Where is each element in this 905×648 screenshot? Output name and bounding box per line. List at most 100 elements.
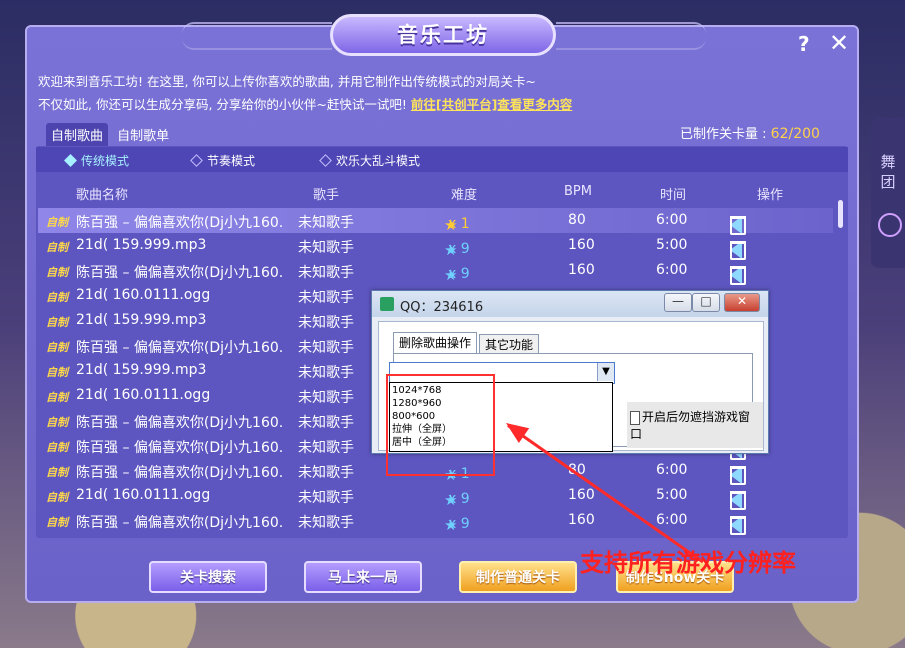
diamond-icon: [319, 154, 332, 167]
singer-name: 未知歌手: [298, 440, 354, 456]
col-header-bpm: BPM: [564, 184, 592, 199]
level-count-value: 62/200: [770, 126, 820, 142]
intro-line-1: 欢迎来到音乐工坊! 在这里, 你可以上传你喜欢的歌曲, 并用它制作出传统模式的对…: [38, 74, 536, 89]
no-cover-window-checkbox[interactable]: 开启后勿遮挡游戏窗口: [627, 402, 763, 448]
song-name: 21d( 160.0111.ogg: [76, 287, 211, 303]
mode-rhythm[interactable]: 节奏模式: [190, 152, 255, 169]
song-name: 陈百强 – 偏偏喜欢你(Dj小九160.: [76, 440, 284, 456]
custom-tag: 自制: [46, 216, 68, 229]
song-name: 21d( 159.999.mp3: [76, 362, 207, 378]
custom-tag: 自制: [46, 266, 68, 279]
scrollbar-thumb[interactable]: [838, 200, 843, 228]
col-header-name: 歌曲名称: [76, 188, 129, 203]
singer-name: 未知歌手: [298, 215, 354, 231]
intro-line-2: 不仅如此, 你还可以生成分享码, 分享给你的小伙伴~赶快试一试吧! 前往[共创平…: [38, 97, 573, 112]
close-button[interactable]: ✕: [829, 29, 849, 57]
level-search-button[interactable]: 关卡搜索: [149, 561, 267, 593]
singer-name: 未知歌手: [298, 365, 354, 381]
singer-name: 未知歌手: [298, 265, 354, 281]
time-value: 6:00: [656, 262, 688, 278]
dropdown-arrow-icon[interactable]: ▼: [597, 363, 614, 381]
tab-other-functions[interactable]: 其它功能: [479, 334, 540, 355]
custom-tag: 自制: [46, 391, 68, 404]
custom-tag: 自制: [46, 241, 68, 254]
custom-tag: 自制: [46, 441, 68, 454]
singer-name: 未知歌手: [298, 315, 354, 331]
song-name: 陈百强 – 偏偏喜欢你(Dj小九160.: [76, 215, 284, 231]
singer-name: 未知歌手: [298, 340, 354, 356]
level-count: 已制作关卡量 : 62/200: [680, 126, 820, 142]
checkbox-icon[interactable]: [630, 410, 640, 425]
annotation-text: 支持所有游戏分辨率: [580, 549, 796, 577]
help-button[interactable]: ?: [798, 32, 810, 56]
window-title: 音乐工坊: [330, 14, 556, 56]
table-row[interactable]: 自制 21d( 160.0111.ogg 未知歌手 ★ x 9 160 5:00: [38, 483, 833, 510]
qq-titlebar[interactable]: QQ：234616 — □ ✕: [372, 291, 768, 317]
mode-brawl[interactable]: 欢乐大乱斗模式: [319, 152, 420, 169]
custom-tag: 自制: [46, 316, 68, 329]
table-row[interactable]: 自制 陈百强 – 偏偏喜欢你(Dj小九160. 未知歌手 ★ x 1 80 6:00: [38, 208, 833, 235]
custom-tag: 自制: [46, 516, 68, 529]
table-row[interactable]: 自制 21d( 159.999.mp3 未知歌手 ★ x 9 160 5:00: [38, 233, 833, 260]
song-name: 陈百强 – 偏偏喜欢你(Dj小九160.: [76, 415, 284, 431]
mode-bar: [36, 147, 848, 172]
singer-name: 未知歌手: [298, 465, 354, 481]
col-header-difficulty: 难度: [451, 188, 478, 203]
bpm-value: 160: [568, 487, 595, 503]
subtab-custom-songs[interactable]: 自制歌曲: [46, 123, 109, 146]
make-normal-level-button[interactable]: 制作普通关卡: [459, 561, 577, 593]
subtab-custom-playlist[interactable]: 自制歌单: [112, 123, 174, 146]
custom-tag: 自制: [46, 291, 68, 304]
song-name: 21d( 160.0111.ogg: [76, 387, 211, 403]
time-value: 5:00: [656, 487, 688, 503]
song-name: 陈百强 – 偏偏喜欢你(Dj小九160.: [76, 465, 284, 481]
bpm-value: 160: [568, 262, 595, 278]
col-header-time: 时间: [660, 188, 687, 203]
minimize-button[interactable]: —: [664, 293, 692, 312]
time-value: 6:00: [656, 512, 688, 528]
app-logo-icon: [380, 297, 394, 311]
title-wing-left: [182, 22, 332, 50]
singer-name: 未知歌手: [298, 515, 354, 531]
custom-tag: 自制: [46, 341, 68, 354]
bpm-value: 80: [568, 212, 586, 228]
time-value: 5:00: [656, 237, 688, 253]
song-name: 陈百强 – 偏偏喜欢你(Dj小九160.: [76, 515, 284, 531]
subtabs: 自制歌曲 自制歌单: [46, 123, 174, 146]
bpm-value: 160: [568, 237, 595, 253]
table-row[interactable]: 自制 陈百强 – 偏偏喜欢你(Dj小九160. 未知歌手 ★ x 9 160 6:00: [38, 508, 833, 535]
singer-name: 未知歌手: [298, 290, 354, 306]
mode-traditional[interactable]: 传统模式: [64, 152, 129, 169]
custom-tag: 自制: [46, 366, 68, 379]
song-name: 21d( 159.999.mp3: [76, 237, 207, 253]
song-name: 21d( 159.999.mp3: [76, 312, 207, 328]
tab-delete-song[interactable]: 删除歌曲操作: [393, 332, 478, 355]
col-header-ops: 操作: [757, 188, 784, 203]
cocreate-platform-link[interactable]: 前往[共创平台]查看更多内容: [411, 97, 572, 112]
quick-play-button[interactable]: 马上来一局: [304, 561, 422, 593]
song-name: 陈百强 – 偏偏喜欢你(Dj小九160.: [76, 340, 284, 356]
singer-name: 未知歌手: [298, 390, 354, 406]
custom-tag: 自制: [46, 416, 68, 429]
table-row[interactable]: 自制 陈百强 – 偏偏喜欢你(Dj小九160. 未知歌手 ★ x 9 160 6:00: [38, 258, 833, 285]
side-tab-dance-group[interactable]: 舞团: [871, 118, 905, 268]
custom-tag: 自制: [46, 491, 68, 504]
swirl-icon: [878, 213, 902, 237]
trash-icon[interactable]: [730, 516, 746, 535]
song-name: 21d( 160.0111.ogg: [76, 487, 211, 503]
song-name: 陈百强 – 偏偏喜欢你(Dj小九160.: [76, 265, 284, 281]
time-value: 6:00: [656, 462, 688, 478]
diamond-icon: [190, 154, 203, 167]
time-value: 6:00: [656, 212, 688, 228]
singer-name: 未知歌手: [298, 490, 354, 506]
qq-title: QQ：234616: [400, 300, 484, 315]
maximize-button[interactable]: □: [692, 293, 720, 312]
annotation-highlight-box: [386, 374, 495, 476]
singer-name: 未知歌手: [298, 240, 354, 256]
bpm-value: 160: [568, 512, 595, 528]
singer-name: 未知歌手: [298, 415, 354, 431]
qq-close-button[interactable]: ✕: [724, 293, 760, 312]
title-wing-right: [556, 22, 706, 50]
col-header-singer: 歌手: [313, 188, 340, 203]
diamond-icon: [64, 154, 77, 167]
